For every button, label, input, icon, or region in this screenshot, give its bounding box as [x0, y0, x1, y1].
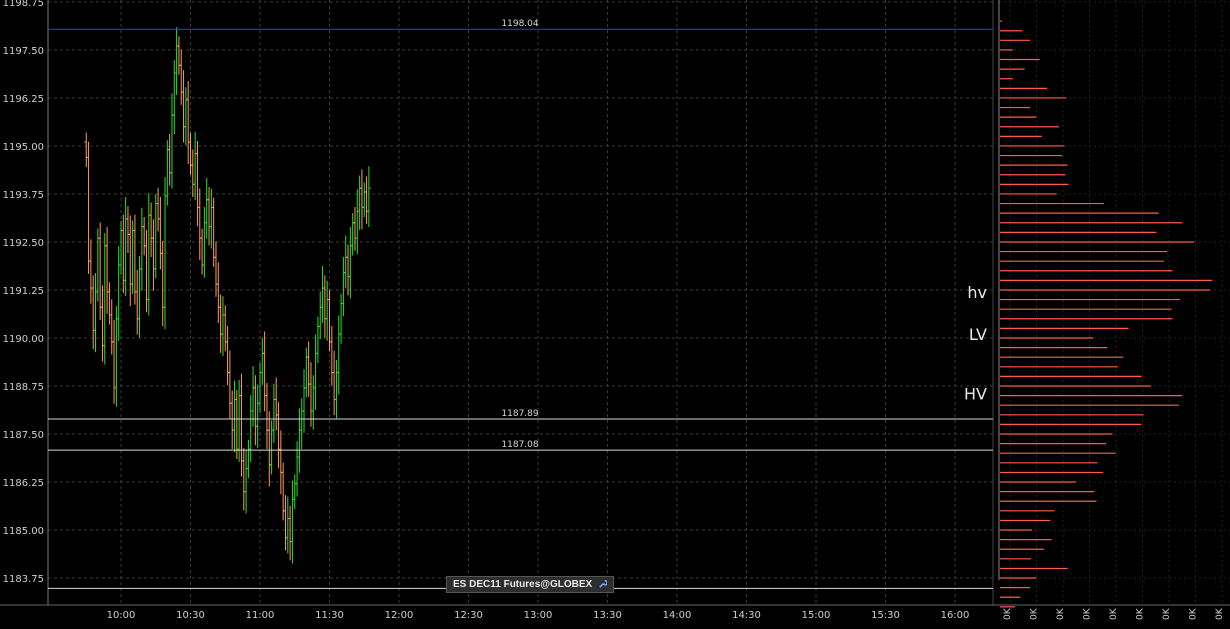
y-tick-label: 1191.25 [3, 286, 44, 297]
y-tick-label: 1190.00 [3, 334, 44, 345]
x-tick-label: 15:30 [871, 610, 900, 621]
annotation-label: hv [967, 283, 987, 302]
price-line-label: 1187.89 [501, 409, 538, 419]
volume-axis-label: 0K [1003, 607, 1013, 620]
annotation-label: HV [964, 385, 987, 404]
x-tick-label: 10:30 [176, 610, 205, 621]
y-tick-label: 1185.00 [3, 526, 44, 537]
wrench-icon [599, 580, 608, 588]
y-tick-label: 1195.00 [3, 142, 44, 153]
instrument-label: ES DEC11 Futures@GLOBEX [453, 579, 593, 590]
x-tick-label: 12:30 [454, 610, 483, 621]
x-tick-label: 15:00 [802, 610, 831, 621]
volume-axis-label: 0K [1215, 607, 1225, 620]
y-tick-label: 1188.75 [3, 382, 44, 393]
chart-area: 1198.75 1197.50 1196.25 1195.00 1193.75 1192.… [0, 0, 1230, 625]
x-tick-label: 14:30 [732, 610, 761, 621]
y-tick-label: 1197.50 [3, 46, 44, 57]
price-line-label: 1187.08 [501, 440, 538, 450]
y-tick-label: 1198.75 [3, 0, 44, 9]
annotation-label: LV [969, 325, 987, 344]
y-tick-label: 1187.50 [3, 430, 44, 441]
volume-axis-label: 0K [1109, 607, 1119, 620]
volume-axis-label: 0K [1189, 607, 1199, 620]
x-tick-label: 11:00 [246, 610, 275, 621]
x-tick-label: 14:00 [663, 610, 692, 621]
chart-svg: 1198.75 1197.50 1196.25 1195.00 1193.75 1192.… [0, 0, 1230, 621]
instrument-badge[interactable]: ES DEC11 Futures@GLOBEX [446, 576, 615, 593]
volume-axis-label: 0K [1083, 607, 1093, 620]
y-tick-label: 1192.50 [3, 238, 44, 249]
x-tick-label: 16:00 [941, 610, 970, 621]
price-line-label: 1198.04 [501, 19, 538, 29]
volume-axis-label: 0K [1056, 607, 1066, 620]
y-tick-label: 1196.25 [3, 94, 44, 105]
x-tick-label: 12:00 [385, 610, 414, 621]
volume-axis-label: 0K [1030, 607, 1040, 620]
y-tick-label: 1186.25 [3, 478, 44, 489]
x-tick-label: 13:00 [524, 610, 553, 621]
y-tick-label: 1193.75 [3, 190, 44, 201]
x-tick-label: 10:00 [107, 610, 136, 621]
x-tick-label: 13:30 [593, 610, 622, 621]
x-tick-label: 11:30 [315, 610, 344, 621]
volume-axis-label: 0K [1162, 607, 1172, 620]
y-tick-label: 1183.75 [3, 574, 44, 585]
volume-axis-label: 0K [1136, 607, 1146, 620]
